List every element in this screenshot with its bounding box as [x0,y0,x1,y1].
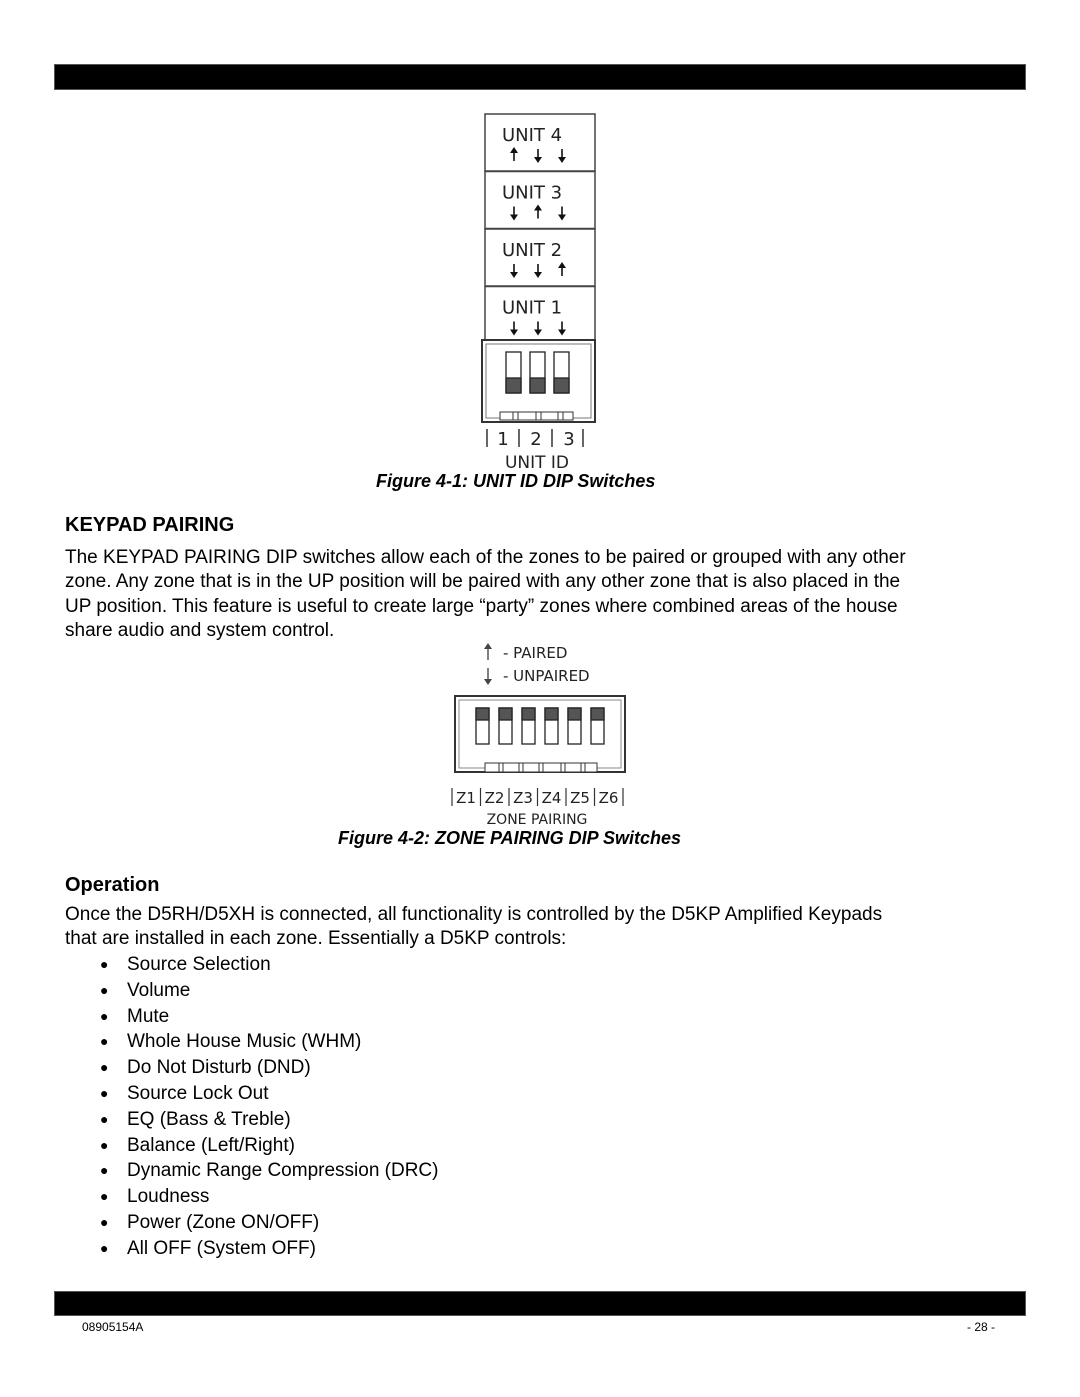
dip-toggle [529,351,546,394]
keypad-pairing-heading: KEYPAD PAIRING [65,514,235,536]
bullet-icon: ● [100,1059,109,1076]
zone-number: Z2 [485,789,505,807]
switch-number: 2 [530,429,541,450]
dip-toggle [498,707,513,745]
paragraph-line: UP position. This feature is useful to c… [65,595,898,617]
header-bar [54,64,1026,90]
bullet-icon: ● [100,1162,109,1179]
document-number: 08905154A [82,1320,144,1334]
list-item: ● Mute [100,1004,438,1030]
list-item: ● EQ (Bass & Treble) [100,1107,438,1133]
list-item-label: Volume [127,979,191,1001]
legend-unpaired: - UNPAIRED [484,667,590,685]
operation-paragraph: Once the D5RH/D5XH is connected, all fun… [65,903,1025,952]
list-item-label: Whole House Music (WHM) [127,1031,362,1053]
arrow-up-icon [484,643,492,660]
dip-toggle [553,351,570,394]
legend-unpaired-label: - UNPAIRED [503,667,590,685]
unit-id-label: UNIT ID [505,453,569,472]
unit-label: UNIT 3 [502,183,562,204]
list-item-label: Mute [127,1005,170,1027]
paragraph-line: Once the D5RH/D5XH is connected, all fun… [65,904,883,925]
dip-toggle [475,707,490,745]
unit-label: UNIT 2 [502,240,562,261]
footer-bar [54,1291,1026,1316]
unit-row: UNIT 1 [484,285,596,345]
switch-number: 1 [497,429,508,450]
dip-toggle [544,707,559,745]
switch-number: 3 [563,429,574,450]
bullet-icon: ● [100,1084,109,1101]
keypad-pairing-paragraph: The KEYPAD PAIRING DIP switches allow ea… [65,546,1025,643]
list-item: ● Whole House Music (WHM) [100,1029,438,1055]
list-item-label: EQ (Bass & Treble) [127,1108,291,1130]
list-item: ● Power (Zone ON/OFF) [100,1210,438,1236]
list-item-label: Do Not Disturb (DND) [127,1057,311,1079]
bullet-icon: ● [100,1136,109,1153]
list-item: ● Source Selection [100,952,438,978]
zone-number: Z1 [456,789,476,807]
zone-pairing-dip-figure: - PAIRED - UNPAIRED Z1 Z2 Z3 Z4 Z5 Z6 ZONE PA… [451,643,626,828]
figure-4-1-caption: Figure 4-1: UNIT ID DIP Switches [376,471,656,491]
zone-number: Z5 [570,789,590,807]
list-item-label: Loudness [127,1186,210,1208]
dip-toggle [590,707,605,745]
unit-id-dip-figure: UNIT 4 UNIT 3 UNIT 2 UNIT 1 1 2 3 UNIT ID [481,113,596,472]
bullet-icon: ● [100,981,109,998]
paragraph-line: The KEYPAD PAIRING DIP switches allow ea… [65,547,906,568]
list-item-label: Power (Zone ON/OFF) [127,1211,320,1233]
list-item-label: All OFF (System OFF) [127,1237,316,1259]
bullet-icon: ● [100,956,109,972]
list-item: ● Dynamic Range Compression (DRC) [100,1158,438,1184]
list-item: ● Loudness [100,1184,438,1210]
dip-toggle [567,707,582,745]
list-item: ● All OFF (System OFF) [100,1236,438,1262]
paragraph-line: that are installed in each zone. Essenti… [65,928,567,950]
list-item-label: Source Selection [127,954,271,975]
legend-paired-label: - PAIRED [503,644,567,662]
list-item: ● Source Lock Out [100,1081,438,1107]
unit-label: UNIT 4 [502,125,562,146]
controls-list: ● Source Selection ● Volume ● Mute ● Whole Hous… [100,952,438,1262]
zone-number: Z4 [542,789,562,807]
arrow-down-icon [484,668,492,685]
zone-number: Z6 [599,789,619,807]
dip-toggle [505,351,522,394]
operation-heading: Operation [65,874,160,896]
bullet-icon: ● [100,1188,109,1205]
list-item-label: Dynamic Range Compression (DRC) [127,1160,439,1182]
list-item-label: Balance (Left/Right) [127,1134,295,1156]
unit-row: UNIT 2 [484,228,596,287]
page-number: - 28 - [967,1320,996,1334]
list-item-label: Source Lock Out [127,1082,269,1104]
bullet-icon: ● [100,1239,109,1256]
list-item: ● Do Not Disturb (DND) [100,1055,438,1081]
paragraph-line: zone. Any zone that is in the UP positio… [65,571,901,593]
bullet-icon: ● [100,1110,109,1127]
list-item: ● Volume [100,978,438,1004]
bullet-icon: ● [100,1033,109,1050]
zone-number: Z3 [513,789,533,807]
legend-paired: - PAIRED [484,643,567,662]
unit-row: UNIT 4 [484,113,596,172]
figure-4-2-caption: Figure 4-2: ZONE PAIRING DIP Switches [338,828,682,848]
zone-pairing-label: ZONE PAIRING [487,812,588,828]
unit-row: UNIT 3 [484,170,596,230]
unit-label: UNIT 1 [502,298,562,319]
bullet-icon: ● [100,1007,109,1024]
dip-toggle [521,707,536,745]
list-item: ● Balance (Left/Right) [100,1133,438,1159]
bullet-icon: ● [100,1213,109,1230]
